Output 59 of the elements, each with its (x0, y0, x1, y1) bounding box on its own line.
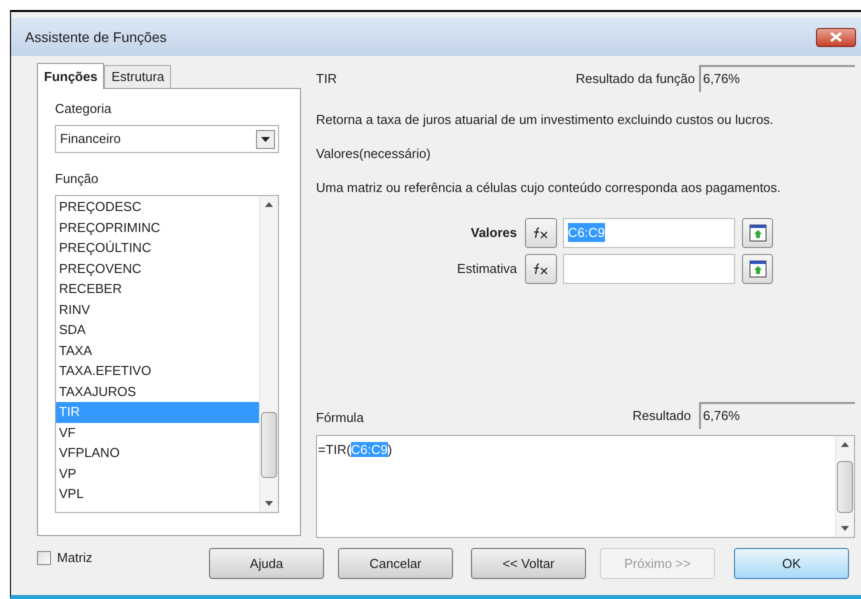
scroll-down-icon[interactable] (265, 501, 273, 506)
tab[interactable]: Funções (37, 63, 104, 89)
close-button[interactable] (816, 28, 856, 46)
function-item[interactable]: PREÇOÚLTINC (56, 238, 259, 258)
dropdown-caret-icon (256, 130, 275, 148)
function-name: TIR (316, 70, 337, 88)
function-item[interactable]: PREÇOPRIMINC (56, 218, 259, 238)
dialog-button[interactable]: OK (734, 548, 849, 579)
shrink-button[interactable] (742, 218, 773, 248)
scroll-thumb[interactable] (261, 412, 277, 478)
scrollbar[interactable] (259, 196, 278, 512)
scroll-up-icon[interactable] (841, 442, 849, 447)
function-item[interactable]: VPL (56, 484, 259, 504)
shrink-icon (748, 260, 766, 278)
function-item[interactable]: VP (56, 464, 259, 484)
function-item[interactable]: RINV (56, 300, 259, 320)
formula-text: =TIR(C6:C9) (318, 442, 392, 457)
result-label: Resultado (632, 406, 691, 425)
function-result-label: Resultado da função (576, 70, 695, 88)
fx-icon (533, 226, 549, 238)
function-item[interactable]: TAXA (56, 340, 259, 361)
tab[interactable]: Estrutura (104, 65, 172, 88)
shrink-button[interactable] (742, 254, 773, 284)
close-icon (830, 32, 842, 42)
function-description: Retorna a taxa de juros atuarial de um investimento excluindo custos ou lucros. (316, 111, 774, 129)
checkbox-label: Matriz (57, 549, 92, 567)
shrink-icon (748, 224, 766, 242)
argument-label: Estimativa (456, 260, 518, 278)
result-field: 6,76% (699, 402, 855, 429)
formula-editor[interactable]: =TIR(C6:C9) (316, 435, 855, 538)
function-item[interactable]: VFPLANO (56, 443, 259, 464)
function-item[interactable]: PREÇODESC (56, 197, 259, 218)
function-wizard-button[interactable] (525, 254, 557, 284)
scrollbar[interactable] (835, 436, 854, 537)
window-title: Assistente de Funções (25, 28, 167, 47)
function-item[interactable]: SDA (56, 320, 259, 340)
function-item[interactable]: TAXAJUROS (56, 382, 259, 402)
function-label: Função (55, 170, 100, 188)
function-item[interactable]: RECEBER (56, 279, 259, 300)
function-item[interactable]: TAXA.EFETIVO (56, 361, 259, 382)
dialog-button[interactable]: Ajuda (209, 548, 324, 579)
argument-description: Uma matriz ou referência a células cujo conteúdo corresponda aos pagamentos. (316, 178, 782, 197)
argument-input[interactable] (563, 254, 735, 284)
function-wizard-button[interactable] (525, 218, 557, 248)
dialog-button[interactable]: << Voltar (471, 548, 586, 579)
function-item[interactable]: VF (56, 422, 259, 443)
checkbox[interactable] (37, 550, 51, 565)
function-result-field: 6,76% (699, 65, 855, 92)
category-dropdown[interactable]: Financeiro (55, 125, 279, 153)
dialog-button[interactable]: Cancelar (338, 548, 453, 579)
argument-title: Valores(necessário) (316, 145, 432, 163)
formula-label: Fórmula (316, 408, 364, 426)
fx-icon (533, 262, 549, 274)
category-label: Categoria (55, 100, 112, 118)
argument-label: Valores (470, 224, 518, 242)
scroll-down-icon[interactable] (841, 526, 849, 531)
function-item[interactable]: PREÇOVENC (56, 258, 259, 279)
scroll-thumb[interactable] (837, 461, 853, 513)
scroll-up-icon[interactable] (265, 202, 273, 207)
